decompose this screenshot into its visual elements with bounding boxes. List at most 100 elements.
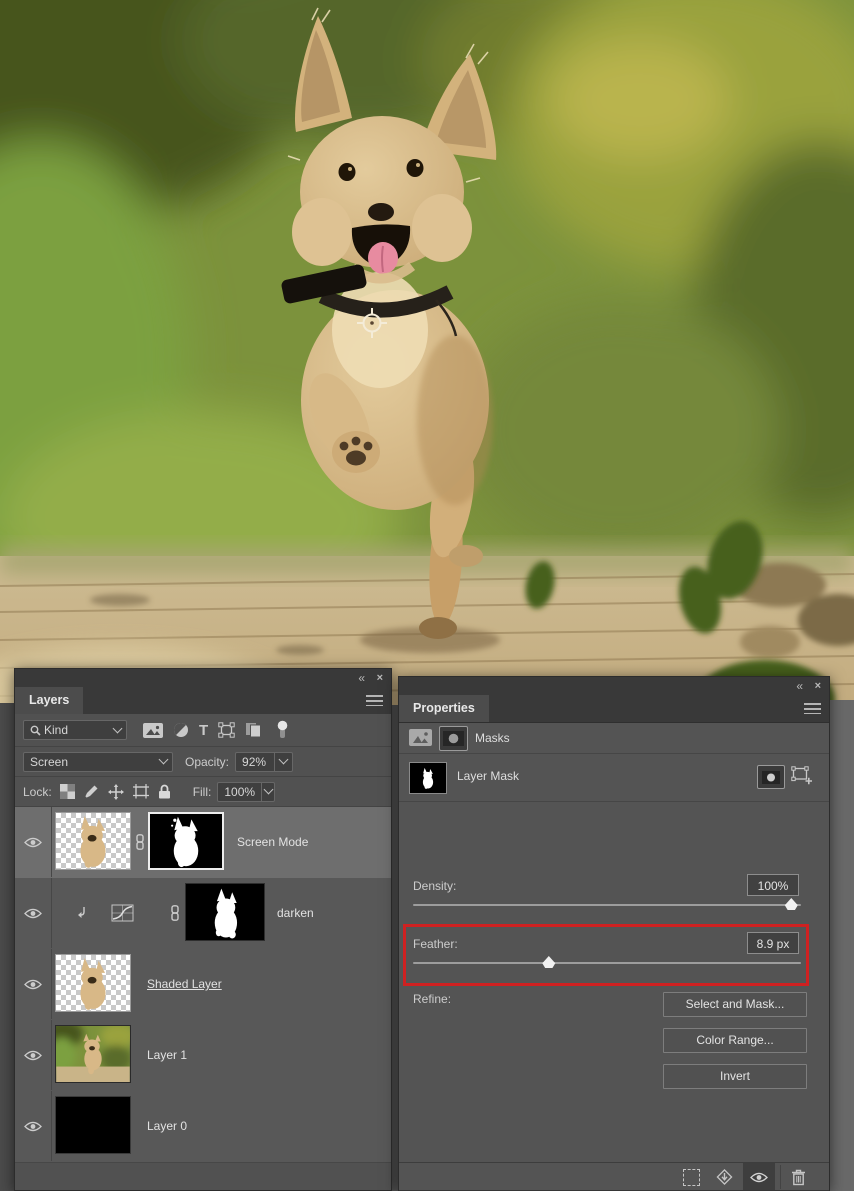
opacity-label: Opacity: xyxy=(185,754,230,769)
chevron-down-icon xyxy=(155,753,172,771)
layer-row-darken[interactable]: darken xyxy=(15,878,391,950)
layer-row-screen-mode[interactable]: Screen Mode xyxy=(15,807,391,879)
apply-mask-icon[interactable] xyxy=(711,1163,737,1191)
lock-pixels-brush-icon[interactable] xyxy=(84,784,99,799)
feather-slider-handle[interactable] xyxy=(542,956,556,968)
layers-panel-titlebar: « × xyxy=(15,669,391,687)
fill-value: 100% xyxy=(224,784,256,799)
lock-all-padlock-icon[interactable] xyxy=(158,784,171,799)
feather-value[interactable]: 8.9 px xyxy=(747,932,799,954)
fill-label: Fill: xyxy=(192,784,212,799)
chevron-down-icon[interactable] xyxy=(274,752,292,771)
panel-menu-icon[interactable] xyxy=(804,703,821,714)
toggle-mask-visibility-button[interactable] xyxy=(743,1163,775,1191)
tab-properties[interactable]: Properties xyxy=(399,695,489,722)
layer-filter-kind-dropdown[interactable]: Kind xyxy=(23,720,127,740)
layer-mask-thumb[interactable] xyxy=(409,762,447,794)
feather-slider[interactable] xyxy=(413,956,801,968)
layer-row-shaded-layer[interactable]: Shaded Layer xyxy=(15,949,391,1021)
visibility-toggle[interactable] xyxy=(15,1020,52,1090)
filtering-toggle-icon[interactable] xyxy=(276,720,289,740)
filter-smart-objects-icon[interactable] xyxy=(245,722,262,738)
layer-name[interactable]: Layer 0 xyxy=(147,1119,187,1133)
eye-icon xyxy=(24,979,42,989)
eye-icon xyxy=(24,837,42,847)
chevron-down-icon xyxy=(109,721,126,739)
collapse-panel-icon[interactable]: « xyxy=(358,670,365,686)
select-and-mask-button[interactable]: Select and Mask... xyxy=(663,992,807,1017)
layer-mask-label: Layer Mask xyxy=(457,769,520,783)
visibility-toggle[interactable] xyxy=(15,1091,52,1161)
layer-name[interactable]: Screen Mode xyxy=(237,835,308,849)
feather-label: Feather: xyxy=(413,937,458,951)
lock-label: Lock: xyxy=(23,784,52,799)
mask-properties-icon[interactable] xyxy=(439,726,468,751)
mask-link-icon[interactable] xyxy=(171,905,179,921)
color-range-button[interactable]: Color Range... xyxy=(663,1028,807,1053)
target-cursor-icon xyxy=(357,308,387,338)
mask-link-icon[interactable] xyxy=(136,834,144,850)
layer-name[interactable]: Shaded Layer xyxy=(147,977,222,991)
canvas-photo-dog xyxy=(0,0,854,722)
layer-thumbnail[interactable] xyxy=(55,1025,131,1083)
visibility-toggle[interactable] xyxy=(15,878,52,948)
dock-strip-right xyxy=(830,700,854,1191)
toolbar-divider xyxy=(780,1165,781,1189)
properties-panel: « × Properties Masks Layer Mask Density:… xyxy=(398,676,830,1191)
masks-header-label: Masks xyxy=(475,731,510,745)
filter-adjustment-layers-icon[interactable] xyxy=(173,722,189,738)
eye-icon xyxy=(24,1121,42,1131)
curves-adjustment-icon[interactable] xyxy=(111,904,134,922)
layer-name[interactable]: Layer 1 xyxy=(147,1048,187,1062)
layer-list: Screen Mode darken Shaded Layer Layer 1 … xyxy=(15,807,391,1163)
tab-layers[interactable]: Layers xyxy=(15,687,84,714)
opacity-value: 92% xyxy=(242,754,267,769)
mask-toolbar xyxy=(399,1162,829,1191)
density-slider-handle[interactable] xyxy=(784,898,798,910)
close-panel-icon[interactable]: × xyxy=(377,670,383,686)
opacity-input[interactable]: 92% xyxy=(235,751,294,772)
layer-name[interactable]: darken xyxy=(277,906,314,920)
refine-label: Refine: xyxy=(413,992,452,1006)
pixel-properties-icon[interactable] xyxy=(409,729,432,746)
layer-thumbnail[interactable] xyxy=(55,1096,131,1154)
filter-pixel-layers-icon[interactable] xyxy=(143,722,163,738)
layer-mask-thumbnail[interactable] xyxy=(148,812,224,870)
add-vector-mask-icon[interactable] xyxy=(791,766,813,785)
properties-panel-body: Masks Layer Mask Density: 100% Feather: … xyxy=(399,723,829,1191)
load-selection-icon[interactable] xyxy=(679,1163,703,1191)
lock-transparency-icon[interactable] xyxy=(59,784,75,799)
layer-thumbnail[interactable] xyxy=(55,812,131,870)
visibility-toggle[interactable] xyxy=(15,949,52,1019)
clipping-mask-arrow-icon xyxy=(75,906,87,920)
filter-shape-layers-icon[interactable] xyxy=(218,722,235,738)
layers-panel: « × Layers Kind T Screen Opacity: 92% Lo… xyxy=(14,668,392,1191)
filter-kind-label: Kind xyxy=(44,723,69,737)
lock-position-move-icon[interactable] xyxy=(107,783,124,800)
lock-artboard-nesting-icon[interactable] xyxy=(132,784,149,799)
blend-mode-dropdown[interactable]: Screen xyxy=(23,751,173,772)
visibility-toggle[interactable] xyxy=(15,807,52,877)
layer-thumbnail[interactable] xyxy=(55,954,131,1012)
close-panel-icon[interactable]: × xyxy=(815,678,821,694)
density-value[interactable]: 100% xyxy=(747,874,799,896)
density-label: Density: xyxy=(413,879,457,893)
delete-mask-trash-icon[interactable] xyxy=(786,1163,810,1191)
blend-mode-value: Screen xyxy=(30,754,69,769)
adjustment-mask-thumbnail[interactable] xyxy=(185,883,265,941)
panel-menu-icon[interactable] xyxy=(366,695,383,706)
chevron-down-icon[interactable] xyxy=(261,782,274,801)
layer-row-layer-1[interactable]: Layer 1 xyxy=(15,1020,391,1092)
eye-icon xyxy=(24,908,42,918)
filter-type-layers-icon[interactable]: T xyxy=(199,722,208,739)
density-slider[interactable] xyxy=(413,898,801,910)
select-mask-button[interactable] xyxy=(757,765,785,789)
fill-input[interactable]: 100% xyxy=(217,781,276,802)
properties-panel-titlebar: « × xyxy=(399,677,829,695)
layers-tabrow: Layers xyxy=(15,687,391,715)
invert-button[interactable]: Invert xyxy=(663,1064,807,1089)
eye-icon xyxy=(24,1050,42,1060)
layer-row-layer-0[interactable]: Layer 0 xyxy=(15,1091,391,1163)
collapse-panel-icon[interactable]: « xyxy=(796,678,803,694)
layers-panel-body: Kind T Screen Opacity: 92% Lock: Fill: 1… xyxy=(15,714,391,1190)
